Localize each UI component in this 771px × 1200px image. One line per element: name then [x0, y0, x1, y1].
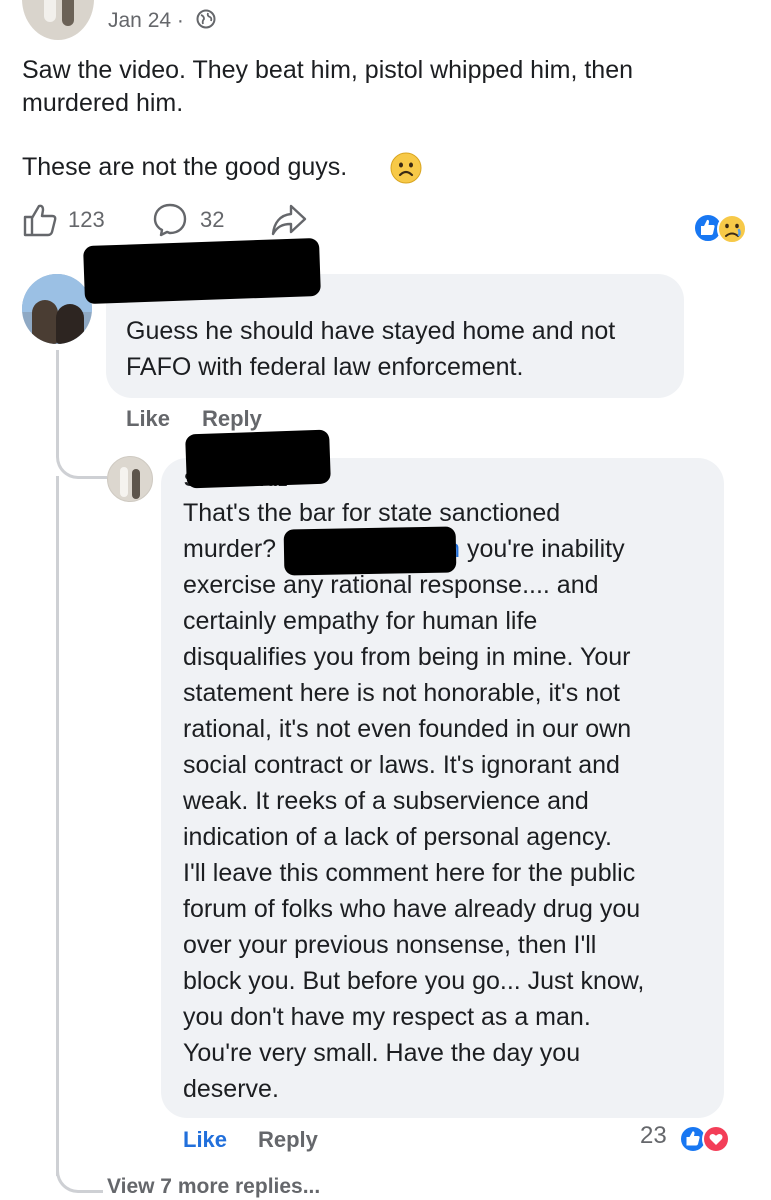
reply-author-avatar[interactable]: [107, 456, 153, 502]
reply-text-line-12: forum of folks who have already drug you: [183, 895, 641, 923]
comment-action[interactable]: 32: [152, 200, 224, 240]
commenter-avatar[interactable]: [22, 274, 92, 344]
sad-face-emoji-icon: [390, 152, 422, 184]
post-text-line-1: Saw the video. They beat him, pistol whi…: [22, 56, 633, 84]
like-and-sad-reactions-icon[interactable]: [692, 212, 750, 244]
share-action[interactable]: [270, 200, 308, 240]
reply-reply-button[interactable]: Reply: [258, 1127, 318, 1153]
thumbs-up-icon: [23, 204, 57, 237]
share-arrow-icon: [271, 204, 307, 236]
comment-text-line-1: Guess he should have stayed home and not: [126, 317, 616, 345]
globe-icon: [196, 9, 216, 29]
reply-text-line-3: exercise any rational response.... and: [183, 571, 599, 599]
comments-count: 32: [200, 207, 225, 232]
date-separator: ·: [176, 9, 184, 32]
like-and-love-reactions-icon[interactable]: [678, 1124, 736, 1154]
likes-count: 123: [68, 207, 105, 232]
post-timestamp[interactable]: Jan 24 ·: [108, 9, 184, 33]
thread-line: [56, 350, 59, 438]
thread-connector: [56, 430, 107, 479]
post-author-avatar[interactable]: [22, 0, 94, 40]
reply-text-segment: you're inability: [460, 535, 625, 563]
post-text-line-3: These are not the good guys.: [22, 153, 348, 181]
reply-text-line-14: block you. But before you go... Just kno…: [183, 967, 645, 995]
post-date[interactable]: Jan 24: [108, 9, 171, 32]
reply-text-line-9: weak. It reeks of a subservience and: [183, 787, 589, 815]
reply-text-line-6: statement here is not honorable, it's no…: [183, 679, 620, 707]
reply-text-segment: murder?: [183, 535, 277, 563]
comment-text-line-2: FAFO with federal law enforcement.: [126, 353, 524, 381]
reply-text-line-17: deserve.: [183, 1075, 279, 1103]
reply-text-line-8: social contract or laws. It's ignorant a…: [183, 751, 620, 779]
comment-like-button[interactable]: Like: [126, 406, 170, 432]
reply-text-line-13: over your previous nonsense, then I'll: [183, 931, 597, 959]
thread-line-continued: [56, 476, 59, 1176]
post-text-line-2: murdered him.: [22, 89, 184, 117]
like-action[interactable]: 123: [22, 200, 105, 240]
reply-text-line-16: You're very small. Have the day you: [183, 1039, 581, 1067]
reply-like-button[interactable]: Like: [183, 1127, 227, 1153]
view-more-connector: [56, 1140, 103, 1193]
view-more-replies-link[interactable]: View 7 more replies...: [107, 1175, 320, 1199]
reply-text-line-15: you don't have my respect as a man.: [183, 1003, 591, 1031]
reply-text-line-7: rational, it's not even founded in our o…: [183, 715, 632, 743]
redaction-block: [83, 237, 321, 305]
reply-text-line-5: disqualifies you from being in mine. You…: [183, 643, 631, 671]
redaction-block: [185, 429, 331, 489]
reply-text-line-1: That's the bar for state sanctioned: [183, 499, 561, 527]
comment-reply-button[interactable]: Reply: [202, 406, 262, 432]
reply-reaction-count[interactable]: 23: [640, 1122, 667, 1150]
comment-bubble-icon: [153, 203, 187, 237]
reply-text-line-4: certainly empathy for human life: [183, 607, 538, 635]
reply-text-line-11: I'll leave this comment here for the pub…: [183, 859, 636, 887]
reply-text-line-10: indication of a lack of personal agency.: [183, 823, 612, 851]
